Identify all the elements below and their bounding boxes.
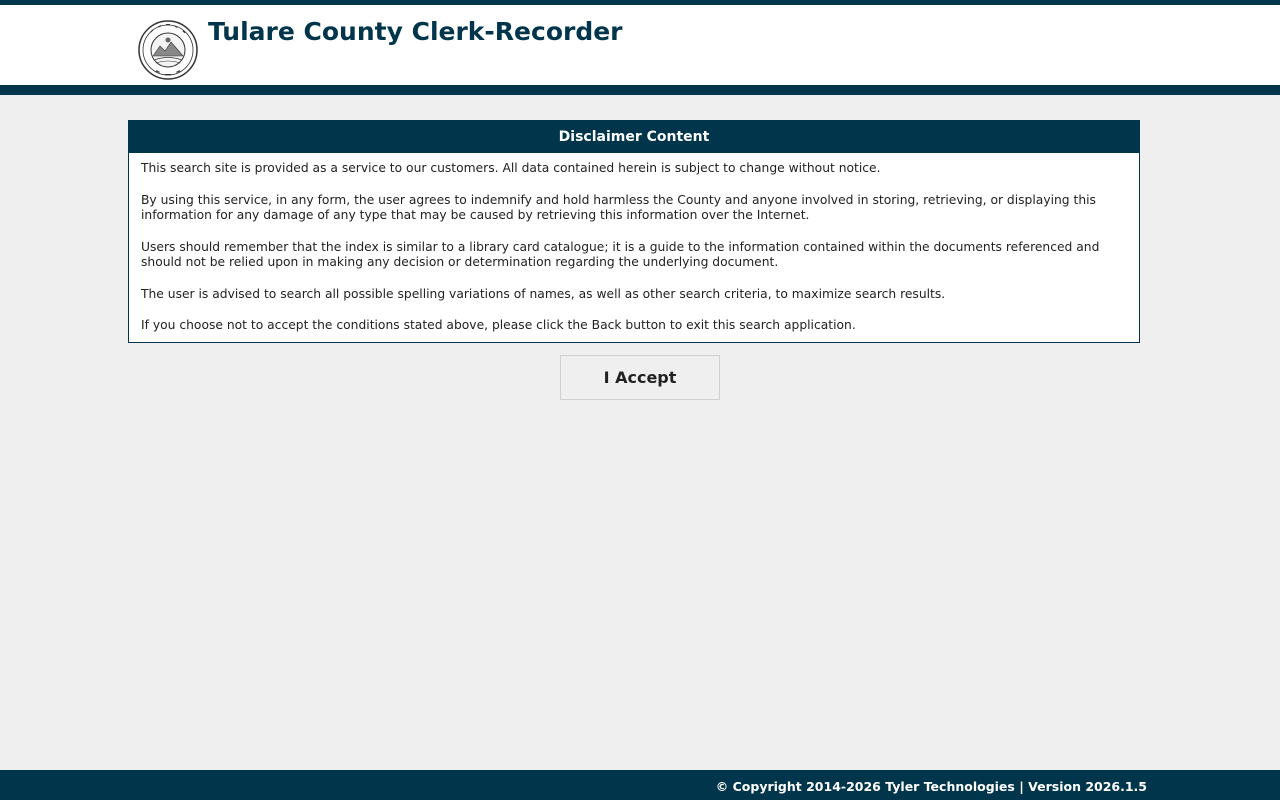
disclaimer-panel: Disclaimer Content This search site is p… xyxy=(128,120,1140,343)
disclaimer-body: This search site is provided as a servic… xyxy=(129,153,1139,334)
header-divider-bar xyxy=(0,85,1280,95)
disclaimer-heading: Disclaimer Content xyxy=(129,121,1139,153)
county-seal-icon xyxy=(138,20,198,80)
disclaimer-paragraph: Users should remember that the index is … xyxy=(141,239,1100,270)
accept-button[interactable]: I Accept xyxy=(560,355,720,400)
disclaimer-paragraph: If you choose not to accept the conditio… xyxy=(141,318,856,332)
site-header: Tulare County Clerk-Recorder xyxy=(0,5,1280,85)
copyright-text: © Copyright 2014-2026 Tyler Technologies… xyxy=(715,779,1147,794)
disclaimer-paragraph: The user is advised to search all possib… xyxy=(141,286,946,301)
disclaimer-paragraph: By using this service, in any form, the … xyxy=(141,192,1096,223)
disclaimer-paragraph: This search site is provided as a servic… xyxy=(141,161,881,175)
site-title: Tulare County Clerk-Recorder xyxy=(208,17,623,46)
site-footer: © Copyright 2014-2026 Tyler Technologies… xyxy=(0,770,1280,800)
